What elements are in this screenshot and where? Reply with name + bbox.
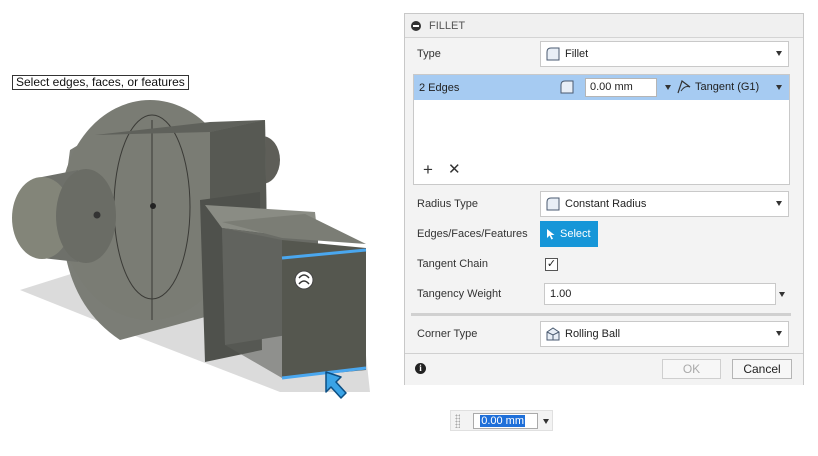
chevron-down-icon bbox=[776, 51, 782, 56]
chevron-down-icon bbox=[776, 331, 782, 336]
radius-type-row: Radius Type Constant Radius bbox=[405, 189, 803, 219]
tangent-chain-checkbox[interactable]: ✓ bbox=[545, 257, 558, 271]
collapse-icon[interactable] bbox=[411, 20, 421, 31]
edge-count: 2 Edges bbox=[419, 81, 460, 94]
chevron-down-icon[interactable] bbox=[776, 85, 782, 90]
select-label: Select bbox=[560, 228, 591, 240]
type-label: Type bbox=[417, 48, 441, 60]
cursor-icon bbox=[547, 229, 555, 240]
floating-radius-value: 0.00 mm bbox=[480, 415, 525, 427]
tangency-weight-input[interactable]: 1.00 bbox=[544, 283, 776, 305]
floating-radius-input-box[interactable]: 0.00 mm bbox=[450, 410, 553, 431]
3d-viewport[interactable]: Select edges, faces, or features bbox=[0, 0, 400, 453]
fillet-icon bbox=[546, 47, 560, 61]
edges-faces-features-row: Edges/Faces/Features Select bbox=[405, 219, 803, 249]
panel-footer: i OK Cancel bbox=[405, 353, 803, 385]
floating-radius-input[interactable]: 0.00 mm bbox=[473, 413, 538, 429]
model-canvas[interactable] bbox=[0, 0, 400, 453]
chevron-down-icon[interactable] bbox=[543, 419, 549, 424]
fillet-panel: FILLET Type Fillet 2 Edges 0.00 mm Tange… bbox=[404, 13, 804, 385]
drag-grip-icon[interactable] bbox=[455, 414, 460, 428]
remove-icon[interactable]: ✕ bbox=[448, 161, 461, 178]
tangent-chain-label: Tangent Chain bbox=[417, 258, 488, 270]
tangent-icon bbox=[677, 80, 691, 94]
boss-left bbox=[12, 169, 116, 263]
corner-type-dropdown[interactable]: Rolling Ball bbox=[540, 321, 789, 347]
panel-title: FILLET bbox=[429, 19, 466, 32]
selection-row-edges[interactable]: 2 Edges 0.00 mm Tangent (G1) bbox=[414, 75, 789, 100]
type-value: Fillet bbox=[565, 48, 589, 60]
panel-header[interactable]: FILLET bbox=[405, 14, 803, 38]
fillet-radius-icon bbox=[560, 80, 574, 94]
info-icon[interactable]: i bbox=[415, 363, 426, 374]
radius-type-value: Constant Radius bbox=[565, 198, 647, 210]
chevron-down-icon[interactable] bbox=[665, 85, 671, 90]
radius-input[interactable]: 0.00 mm bbox=[585, 78, 657, 97]
edge-selection-glyph-icon bbox=[294, 270, 314, 290]
constant-radius-icon bbox=[546, 197, 560, 211]
add-icon[interactable]: + bbox=[423, 161, 433, 178]
selection-prompt: Select edges, faces, or features bbox=[12, 75, 189, 90]
chevron-down-icon bbox=[776, 201, 782, 206]
divider bbox=[411, 313, 791, 316]
selection-list[interactable]: 2 Edges 0.00 mm Tangent (G1) + ✕ bbox=[413, 74, 790, 185]
type-row: Type Fillet bbox=[405, 39, 803, 69]
corner-type-value: Rolling Ball bbox=[565, 328, 621, 340]
tangency-weight-row: Tangency Weight 1.00 bbox=[405, 279, 803, 309]
tangent-chain-row: Tangent Chain ✓ bbox=[405, 249, 803, 279]
corner-type-label: Corner Type bbox=[417, 328, 478, 340]
tangency-weight-label: Tangency Weight bbox=[417, 288, 502, 300]
corner-type-row: Corner Type Rolling Ball bbox=[405, 319, 803, 349]
radius-type-dropdown[interactable]: Constant Radius bbox=[540, 191, 789, 217]
chevron-down-icon[interactable] bbox=[779, 292, 785, 297]
rolling-ball-icon bbox=[546, 327, 560, 341]
type-dropdown[interactable]: Fillet bbox=[540, 41, 789, 67]
continuity-value[interactable]: Tangent (G1) bbox=[695, 81, 759, 93]
radius-type-label: Radius Type bbox=[417, 198, 478, 210]
cancel-button[interactable]: Cancel bbox=[732, 359, 792, 379]
ok-button[interactable]: OK bbox=[662, 359, 721, 379]
edges-faces-features-label: Edges/Faces/Features bbox=[417, 228, 528, 240]
select-button[interactable]: Select bbox=[540, 221, 598, 247]
